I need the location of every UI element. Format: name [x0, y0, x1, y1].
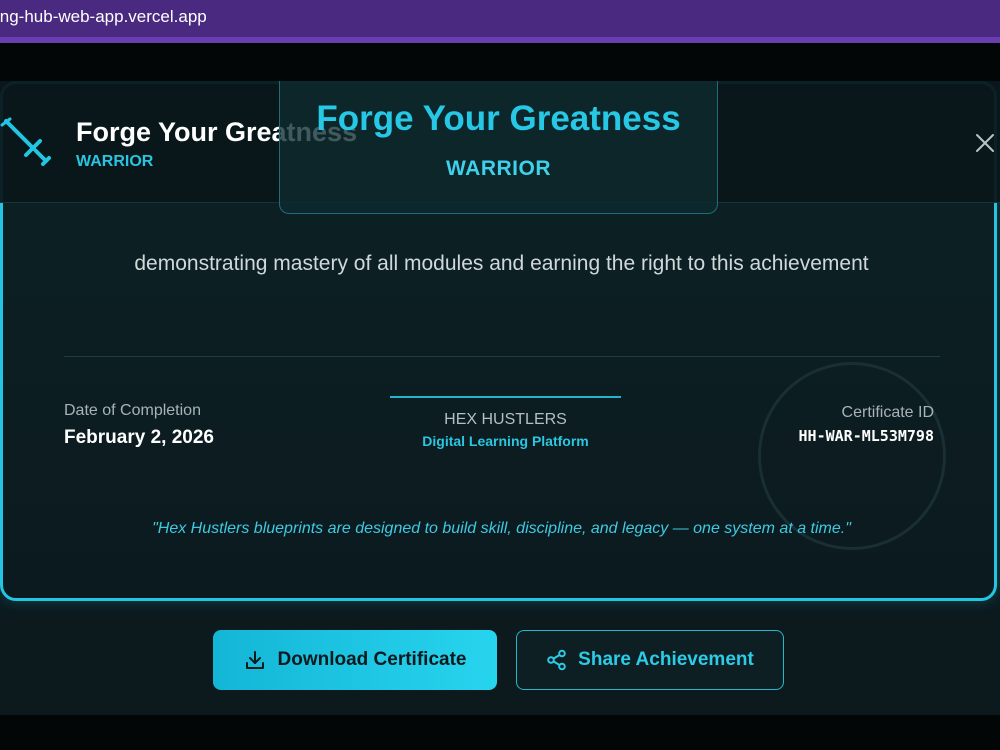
- browser-address-bar[interactable]: ing-hub-web-app.vercel.app: [0, 0, 1000, 37]
- certificate-title: Forge Your Greatness: [316, 99, 681, 138]
- certificate-divider: [64, 356, 940, 357]
- certificate-id-label: Certificate ID: [841, 404, 934, 421]
- org-subtitle: Digital Learning Platform: [422, 433, 589, 449]
- download-certificate-button[interactable]: Download Certificate: [213, 630, 497, 690]
- certificate-quote: "Hex Hustlers blueprints are designed to…: [152, 520, 851, 537]
- org-name: HEX HUSTLERS: [444, 411, 567, 428]
- date-value: February 2, 2026: [64, 427, 214, 448]
- close-icon[interactable]: [974, 132, 996, 154]
- certificate-title-box: Forge Your Greatness WARRIOR: [279, 81, 718, 214]
- share-icon: [547, 649, 566, 671]
- certificate-statement: demonstrating mastery of all modules and…: [134, 252, 869, 275]
- sword-icon: [0, 117, 51, 166]
- header-rank: WARRIOR: [76, 153, 154, 170]
- share-button-label: Share Achievement: [578, 649, 754, 670]
- certificate-rank: WARRIOR: [446, 157, 551, 180]
- date-label: Date of Completion: [64, 402, 201, 419]
- download-icon: [245, 651, 264, 669]
- share-achievement-button[interactable]: Share Achievement: [516, 630, 784, 690]
- certificate-id-value: HH-WAR-ML53M798: [798, 427, 934, 445]
- download-button-label: Download Certificate: [277, 649, 467, 670]
- browser-bar-divider: [0, 37, 1000, 43]
- signature-line: [390, 396, 621, 398]
- certificate-modal: demonstrating mastery of all modules and…: [0, 81, 1000, 715]
- browser-url: ing-hub-web-app.vercel.app: [0, 7, 207, 26]
